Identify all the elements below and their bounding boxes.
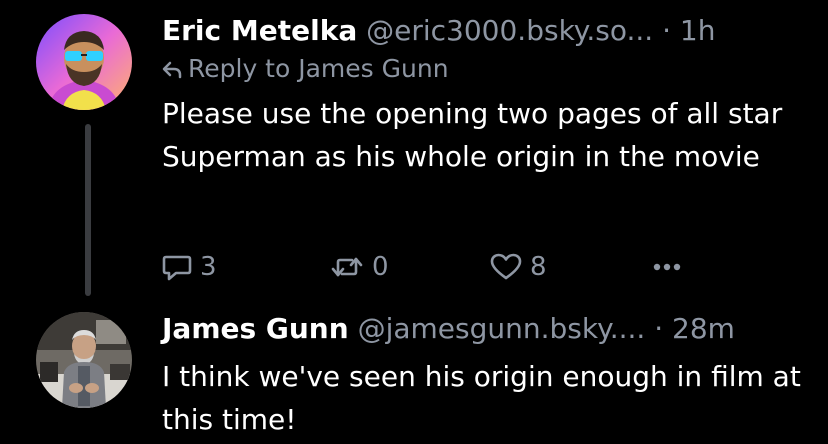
author-name[interactable]: James Gunn [162, 312, 349, 345]
reply-to-link[interactable]: Reply to James Gunn [162, 54, 449, 84]
repost-icon [331, 257, 363, 277]
post-header: Eric Metelka @eric3000.bsky.so... · 1h [162, 14, 715, 48]
thread-line [85, 124, 91, 296]
post-text: Please use the opening two pages of all … [162, 97, 783, 173]
reply-arrow-icon [162, 61, 182, 79]
avatar-photo [36, 312, 132, 408]
like-button[interactable]: 8 [490, 250, 547, 284]
repost-count: 0 [372, 252, 389, 282]
avatar-illustration [36, 14, 132, 110]
separator-dot: · [662, 14, 672, 47]
comment-icon [162, 255, 192, 281]
author-handle[interactable]: @jamesgunn.bsky.... [358, 312, 646, 345]
post-time[interactable]: 1h [680, 14, 716, 47]
post-time[interactable]: 28m [672, 312, 735, 345]
more-options-icon [653, 263, 681, 271]
repost-button[interactable]: 0 [330, 250, 389, 284]
post-text: I think we've seen his origin enough in … [162, 360, 801, 436]
separator-dot: · [654, 312, 664, 345]
post-header: James Gunn @jamesgunn.bsky.... · 28m [162, 312, 735, 346]
reply-to-label: Reply to James Gunn [188, 54, 449, 83]
post-eric-metelka[interactable]: Eric Metelka @eric3000.bsky.so... · 1h R… [0, 0, 828, 300]
reply-count: 3 [200, 252, 217, 282]
author-name[interactable]: Eric Metelka [162, 14, 357, 47]
reply-button[interactable]: 3 [162, 250, 217, 284]
more-options-button[interactable] [652, 252, 682, 286]
avatar-james-gunn[interactable] [36, 312, 132, 408]
like-count: 8 [530, 252, 547, 282]
post-james-gunn[interactable]: James Gunn @jamesgunn.bsky.... · 28m I t… [0, 300, 828, 444]
post-actions: 3 0 8 [162, 250, 692, 284]
avatar-eric-metelka[interactable] [36, 14, 132, 110]
author-handle[interactable]: @eric3000.bsky.so... [366, 14, 653, 47]
heart-icon [490, 253, 522, 280]
